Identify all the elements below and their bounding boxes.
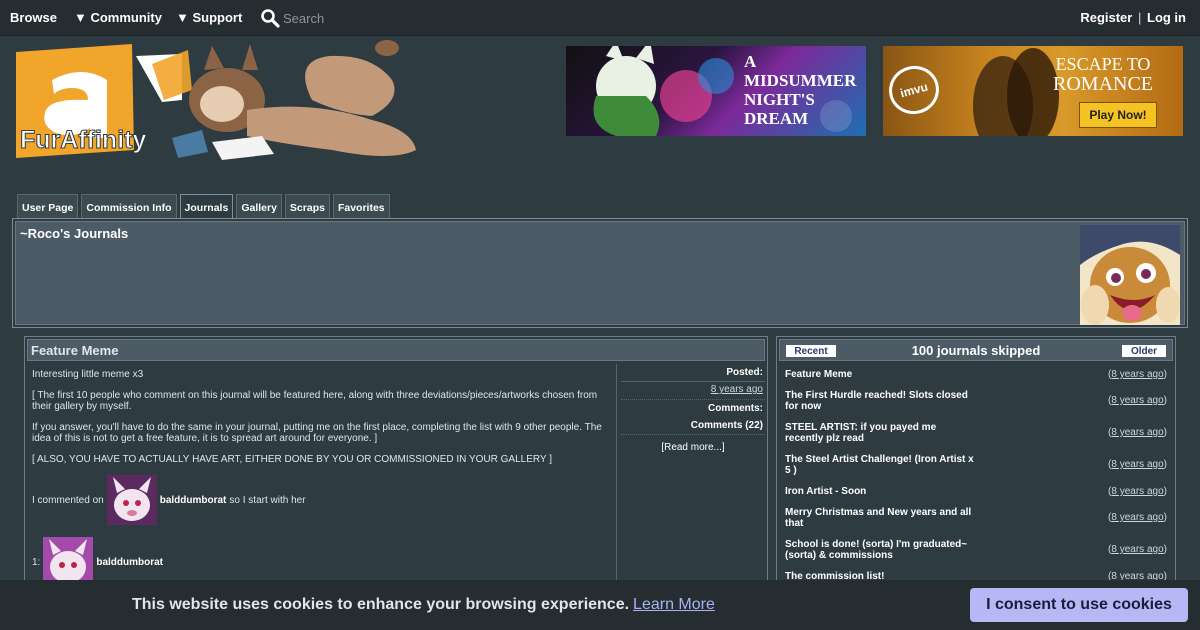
page-title: ~Roco's Journals — [20, 226, 129, 241]
recent-journals-panel: 100 journals skipped Recent Older Featur… — [776, 336, 1176, 596]
tab-user-page[interactable]: User Page — [17, 194, 79, 218]
ad-banner-midsummer[interactable]: A MIDSUMMER NIGHT'S DREAM — [566, 46, 866, 136]
logo-text: FurAffinity — [20, 126, 146, 154]
journal-meta: Posted: 8 years ago Comments: Comments (… — [621, 364, 765, 453]
ad1-title: A MIDSUMMER NIGHT'S DREAM — [744, 52, 857, 128]
journal-paragraph: If you answer, you'll have to do the sam… — [32, 422, 602, 444]
cookie-banner: This website uses cookies to enhance you… — [0, 580, 1200, 630]
register-link[interactable]: Register — [1080, 10, 1132, 25]
auth-links: Register | Log in — [1080, 10, 1186, 25]
consent-cookies-button[interactable]: I consent to use cookies — [970, 588, 1188, 622]
tab-commission-info[interactable]: Commission Info — [81, 194, 177, 218]
list-item[interactable]: The First Hurdle reached! Slots closed f… — [785, 390, 1167, 412]
read-more-link[interactable]: [Read more...] — [621, 435, 765, 453]
recent-journals-header: 100 journals skipped Recent Older — [779, 339, 1173, 361]
list-item[interactable]: The Steel Artist Challenge! (Iron Artist… — [785, 454, 1167, 476]
nav-community-menu[interactable]: ▼ Community — [74, 10, 162, 25]
comments-link[interactable]: Comments (22) — [621, 417, 765, 435]
tab-favorites[interactable]: Favorites — [332, 194, 390, 218]
list-item[interactable]: School is done! (sorta) I'm graduated~ (… — [785, 539, 1167, 561]
search-box — [260, 7, 403, 29]
tab-gallery[interactable]: Gallery — [236, 194, 282, 218]
journal-panel: Feature Meme Interesting little meme x3 … — [24, 336, 768, 596]
ad2-title: ESCAPE TO ROMANCE — [1053, 54, 1154, 95]
recent-button[interactable]: Recent — [786, 345, 836, 357]
posted-label: Posted: — [621, 364, 765, 382]
tab-scraps[interactable]: Scraps — [284, 194, 330, 218]
user-header-inner: ~Roco's Journals — [15, 221, 1185, 325]
list-item[interactable]: Feature Meme (8 years ago) — [785, 369, 1167, 380]
journal-title[interactable]: Feature Meme — [27, 339, 765, 361]
top-navigation-bar: Browse ▼ Community ▼ Support Register | … — [0, 0, 1200, 36]
ad-banner-imvu[interactable]: imvu ESCAPE TO ROMANCE Play Now! — [883, 46, 1183, 136]
comments-label: Comments: — [707, 403, 763, 414]
username-link[interactable]: balddumborat — [96, 557, 163, 568]
furaffinity-logo[interactable]: FurAffinity — [12, 40, 424, 164]
profile-tabs: User Page Commission Info Journals Galle… — [17, 194, 390, 218]
journal-body: Interesting little meme x3 [ The first 1… — [27, 364, 617, 595]
username-link[interactable]: balddumborat — [160, 495, 227, 506]
journal-paragraph: Interesting little meme x3 — [32, 369, 144, 380]
login-link[interactable]: Log in — [1147, 10, 1186, 25]
user-avatar[interactable] — [1080, 225, 1180, 325]
journal-paragraph: [ ALSO, YOU HAVE TO ACTUALLY HAVE ART, E… — [32, 454, 552, 465]
cookie-message: This website uses cookies to enhance you… — [132, 596, 715, 613]
journal-list: Feature Meme (8 years ago) The First Hurd… — [785, 369, 1167, 582]
search-icon[interactable] — [260, 8, 280, 28]
list-item[interactable]: STEEL ARTIST: if you payed me recently p… — [785, 422, 1167, 444]
journals-skipped: 100 journals skipped — [911, 343, 1041, 358]
search-input[interactable] — [283, 10, 403, 26]
nav-browse[interactable]: Browse — [10, 10, 57, 25]
user-header: ~Roco's Journals — [12, 218, 1188, 328]
tab-journals[interactable]: Journals — [179, 194, 234, 218]
nav-support-menu[interactable]: ▼ Support — [176, 10, 242, 25]
posted-date: 8 years ago — [621, 382, 765, 400]
play-now-button[interactable]: Play Now! — [1079, 102, 1157, 128]
auth-separator: | — [1137, 10, 1142, 25]
older-button[interactable]: Older — [1122, 345, 1166, 357]
journal-paragraph: [ The first 10 people who comment on thi… — [32, 390, 598, 412]
list-item[interactable]: Merry Christmas and New years and all th… — [785, 507, 1167, 529]
commented-on-line: I commented on balddumborat so I start w… — [32, 475, 611, 525]
user-thumbnail[interactable] — [106, 475, 157, 525]
list-item[interactable]: Iron Artist - Soon (8 years ago) — [785, 486, 1167, 497]
learn-more-link[interactable]: Learn More — [633, 596, 715, 613]
